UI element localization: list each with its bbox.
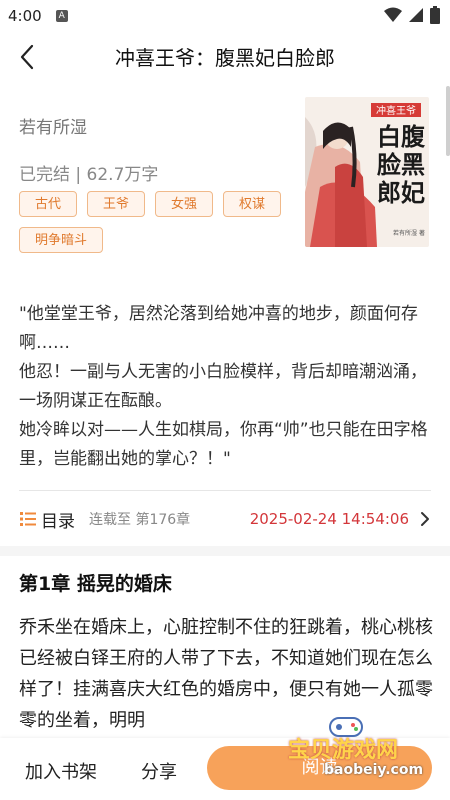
synopsis-paragraph: 她冷眸以对——人生如棋局，你再“帅”也只能在田字格里，岂能翻出她的掌心？！" <box>19 420 428 469</box>
tag-list: 古代 王爷 女强 权谋 明争暗斗 <box>19 191 289 253</box>
divider <box>19 490 431 491</box>
cover-artwork: 冲喜王爷 白腹 脸黑 郎妃 若有所湿 著 <box>305 97 429 247</box>
cover-title-line-2: 脸黑 <box>377 150 425 179</box>
chapter-preview: 乔禾坐在婚床上，心脏控制不住的狂跳着，桃心桃核已经被白铎王府的人带了下去，不知道… <box>19 617 433 731</box>
read-button[interactable]: 阅读 <box>207 746 432 790</box>
wifi-icon <box>384 7 402 22</box>
toc-updated-time: 2025-02-24 14:54:06 <box>249 510 409 528</box>
synopsis-paragraph: 他忍！一副与人无害的小白脸模样，背后却暗潮汹涌，一场阴谋正在酝酿。 <box>19 362 427 411</box>
bottom-action-bar: 加入书架 分享 阅读 <box>0 738 450 800</box>
share-button[interactable]: 分享 <box>141 758 177 784</box>
status-time: 4:00 <box>8 7 42 25</box>
book-author[interactable]: 若有所湿 <box>19 113 87 138</box>
tag-chip[interactable]: 王爷 <box>87 191 146 217</box>
cover-title-line-3: 郎妃 <box>377 178 425 207</box>
cover-top-label: 冲喜王爷 <box>376 104 416 117</box>
toc-label: 目录 <box>41 511 75 532</box>
cover-author: 若有所湿 著 <box>393 229 425 237</box>
back-arrow-icon[interactable] <box>14 42 42 72</box>
tag-chip[interactable]: 女强 <box>155 191 214 217</box>
tag-chip[interactable]: 古代 <box>19 191 78 217</box>
list-icon <box>20 512 36 526</box>
chevron-right-icon <box>421 512 429 526</box>
tag-chip[interactable]: 明争暗斗 <box>19 227 104 253</box>
chapter-title: 第1章 摇晃的婚床 <box>19 573 172 595</box>
book-meta: 已完结 | 62.7万字 <box>19 165 159 185</box>
tag-chip[interactable]: 权谋 <box>223 191 282 217</box>
sim-icon: A <box>55 10 68 22</box>
status-bar: 4:00 A <box>0 0 450 32</box>
synopsis-paragraph: "他堂堂王爷，居然沦落到给她冲喜的地步，颜面何存啊…… <box>19 304 418 353</box>
top-bar: 冲喜王爷：腹黑妃白脸郎 <box>0 32 450 82</box>
signal-icon <box>409 8 423 22</box>
book-cover[interactable]: 冲喜王爷 白腹 脸黑 郎妃 若有所湿 著 <box>305 97 429 247</box>
synopsis: "他堂堂王爷，居然沦落到给她冲喜的地步，颜面何存啊…… 他忍！一副与人无害的小白… <box>19 300 434 474</box>
toc-status: 连载至 第176章 <box>89 512 191 528</box>
page-title: 冲喜王爷：腹黑妃白脸郎 <box>115 46 335 70</box>
battery-icon <box>430 6 440 24</box>
add-to-shelf-button[interactable]: 加入书架 <box>25 758 97 784</box>
section-separator <box>0 546 450 556</box>
cover-title-line-1: 白腹 <box>377 122 426 151</box>
table-of-contents-row[interactable]: 目录 连载至 第176章 2025-02-24 14:54:06 <box>19 502 431 536</box>
scrollbar[interactable] <box>446 86 450 156</box>
status-icons <box>384 6 440 24</box>
